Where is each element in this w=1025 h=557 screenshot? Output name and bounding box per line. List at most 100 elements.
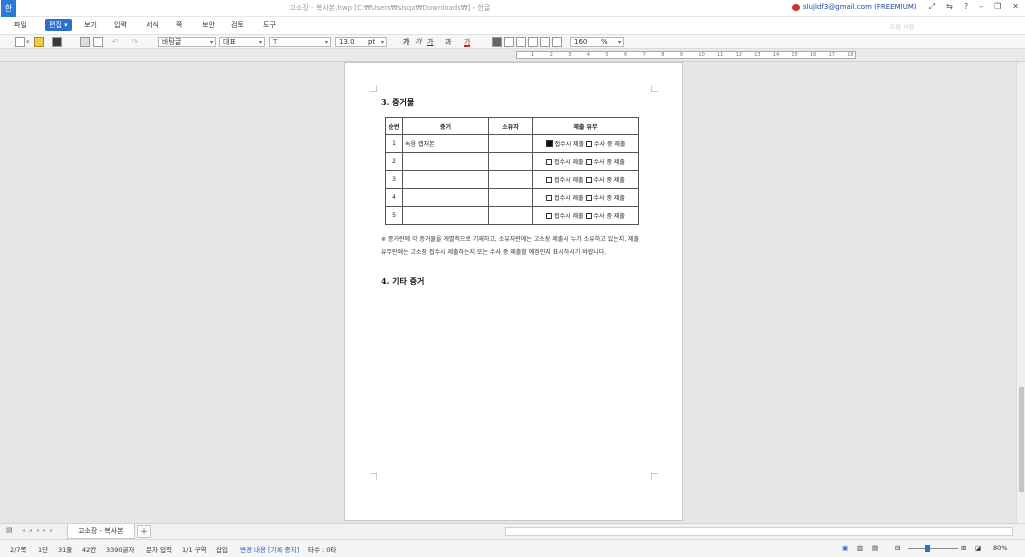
menu-security[interactable]: 보안 bbox=[202, 20, 215, 30]
bold-button[interactable]: 가 bbox=[403, 37, 409, 47]
option-label: 수사 중 제출 bbox=[593, 195, 625, 202]
preview-icon[interactable] bbox=[93, 37, 103, 47]
status-insert[interactable]: 삽입 bbox=[216, 544, 228, 554]
submit-at-filing-checkbox[interactable] bbox=[545, 140, 553, 147]
style-select[interactable]: 바탕글 bbox=[158, 37, 216, 47]
align-left-icon[interactable] bbox=[504, 37, 514, 47]
submit-at-filing-checkbox[interactable] bbox=[546, 195, 553, 201]
submit-during-investigation-checkbox[interactable] bbox=[585, 159, 592, 165]
zoom-field[interactable]: 160% bbox=[570, 37, 624, 47]
undo-icon[interactable]: ↶ bbox=[112, 37, 118, 47]
vertical-scrollbar[interactable] bbox=[1016, 62, 1025, 523]
view-page-icon[interactable]: ▤ bbox=[872, 544, 878, 552]
submit-at-filing-checkbox[interactable] bbox=[546, 213, 553, 219]
row-evidence[interactable] bbox=[402, 206, 489, 225]
print-icon[interactable] bbox=[80, 37, 90, 47]
row-evidence[interactable] bbox=[402, 170, 489, 189]
row-owner[interactable] bbox=[488, 206, 533, 225]
col-header-evidence: 증거 bbox=[402, 117, 489, 135]
restore-icon[interactable]: ❐ bbox=[994, 2, 1001, 12]
formatting-toolbar: ▾ ↶ ↷ 바탕글 대표 T 13.0 pt 가 가 가 과 가 160% bbox=[0, 34, 1025, 49]
row-evidence[interactable] bbox=[402, 188, 489, 207]
document-workspace[interactable]: 3. 증거물 순번 증거 소유자 제출 유무 1 녹음 캡처본 접수시 제출 수사 … bbox=[0, 62, 1016, 523]
zoom-in-icon[interactable]: ⊞ bbox=[961, 544, 966, 552]
document-page[interactable]: 3. 증거물 순번 증거 소유자 제출 유무 1 녹음 캡처본 접수시 제출 수사 … bbox=[344, 62, 683, 521]
pin-icon[interactable]: ⇆ bbox=[946, 2, 953, 12]
row-evidence[interactable] bbox=[402, 152, 489, 171]
submit-at-filing-checkbox[interactable] bbox=[546, 177, 553, 183]
italic-button[interactable]: 가 bbox=[415, 37, 421, 47]
redo-icon[interactable]: ↷ bbox=[132, 37, 138, 47]
row-owner[interactable] bbox=[488, 152, 533, 171]
align-right-icon[interactable] bbox=[528, 37, 538, 47]
window-title: 고소장 - 복사본.hwp [C:₩Users₩sisqx₩Downloads₩… bbox=[289, 4, 491, 12]
menu-format[interactable]: 서식 bbox=[146, 20, 159, 30]
row-evidence[interactable]: 녹음 캡처본 bbox=[402, 134, 489, 153]
zoom-slider-track[interactable] bbox=[908, 548, 958, 549]
zoom-fit-icon[interactable]: ⊟ bbox=[895, 544, 900, 552]
horizontal-ruler[interactable]: 1 2 3 4 5 6 7 8 9 10 11 12 13 14 15 16 17 18 bbox=[516, 51, 856, 59]
horizontal-scrollbar[interactable] bbox=[505, 527, 1013, 536]
font-name-select[interactable]: T bbox=[269, 37, 331, 47]
strike-button[interactable]: 과 bbox=[445, 37, 451, 47]
zoom-menu-icon[interactable]: ◪ bbox=[975, 544, 981, 552]
view-normal-icon[interactable]: ▣ bbox=[842, 544, 848, 552]
menu-file[interactable]: 파일 bbox=[14, 20, 27, 30]
status-page[interactable]: 2/7쪽 bbox=[10, 544, 26, 554]
submit-during-investigation-checkbox[interactable] bbox=[585, 195, 592, 201]
menu-review[interactable]: 검토 bbox=[231, 20, 244, 30]
align-distribute-icon[interactable] bbox=[540, 37, 550, 47]
table-header-row: 순번 증거 소유자 제출 유무 bbox=[385, 117, 639, 135]
menu-tools[interactable]: 도구 bbox=[263, 20, 276, 30]
font-size-value: 13.0 bbox=[339, 38, 355, 46]
zoom-slider-handle[interactable] bbox=[925, 545, 930, 552]
font-color-button[interactable]: 가 bbox=[464, 37, 471, 47]
open-folder-icon[interactable] bbox=[34, 37, 44, 47]
underline-button[interactable]: 가 bbox=[427, 37, 433, 47]
save-icon[interactable] bbox=[52, 37, 62, 47]
fullscreen-icon[interactable]: ⤢ bbox=[929, 2, 935, 12]
status-track-changes[interactable]: 변경 내용 [기록 중지] bbox=[240, 544, 299, 554]
account-area[interactable]: slujldf3@gmail.com (FREEMIUM) bbox=[792, 3, 917, 11]
table-row: 1 녹음 캡처본 접수시 제출 수사 중 제출 bbox=[385, 134, 639, 153]
option-label: 접수시 제출 bbox=[554, 141, 585, 148]
new-dropdown-icon[interactable]: ▾ bbox=[26, 37, 30, 47]
tab-list-icon[interactable]: ▤ bbox=[6, 526, 13, 534]
row-owner[interactable] bbox=[488, 188, 533, 207]
align-justify-icon[interactable] bbox=[492, 37, 502, 47]
row-submission: 접수시 제출 수사 중 제출 bbox=[532, 134, 639, 153]
menu-edit-label: 편집 bbox=[49, 21, 62, 29]
status-line: 31줄 bbox=[58, 546, 73, 554]
row-owner[interactable] bbox=[488, 134, 533, 153]
row-number: 1 bbox=[385, 134, 403, 153]
submit-at-filing-checkbox[interactable] bbox=[546, 159, 553, 165]
view-web-icon[interactable]: ▥ bbox=[857, 544, 863, 552]
align-split-icon[interactable] bbox=[552, 37, 562, 47]
submit-during-investigation-checkbox[interactable] bbox=[585, 213, 592, 219]
submit-during-investigation-checkbox[interactable] bbox=[585, 177, 592, 183]
title-bar: 한 고소장 - 복사본.hwp [C:₩Users₩sisqx₩Download… bbox=[0, 0, 1025, 17]
new-document-icon[interactable] bbox=[15, 37, 25, 47]
menu-view[interactable]: 보기 bbox=[84, 20, 97, 30]
ruler-tick: 4 bbox=[586, 52, 590, 58]
font-select[interactable]: 대표 bbox=[219, 37, 265, 47]
table-row: 2 접수시 제출 수사 중 제출 bbox=[385, 152, 639, 171]
font-size-field[interactable]: 13.0 pt bbox=[335, 37, 387, 47]
document-tab[interactable]: 고소장 - 복사본 bbox=[67, 524, 135, 539]
vertical-scroll-thumb[interactable] bbox=[1019, 387, 1024, 492]
row-owner[interactable] bbox=[488, 170, 533, 189]
tab-nav-arrows-icon[interactable]: ◂◂◂▸▸ bbox=[22, 527, 57, 534]
status-zoom-level[interactable]: 80% bbox=[993, 544, 1007, 552]
menu-edit[interactable]: 편집 ▾ bbox=[45, 19, 72, 31]
submit-during-investigation-checkbox[interactable] bbox=[586, 141, 592, 147]
minimize-icon[interactable]: – bbox=[979, 2, 983, 12]
col-header-owner: 소유자 bbox=[488, 117, 533, 135]
menu-page[interactable]: 쪽 bbox=[176, 20, 182, 30]
help-icon[interactable]: ? bbox=[964, 2, 968, 12]
row-submission: 접수시 제출 수사 중 제출 bbox=[532, 152, 639, 171]
add-tab-button[interactable]: + bbox=[137, 525, 151, 538]
align-center-icon[interactable] bbox=[516, 37, 526, 47]
margin-corner-icon bbox=[651, 85, 658, 92]
close-icon[interactable]: ✕ bbox=[1012, 2, 1019, 12]
menu-insert[interactable]: 입력 bbox=[114, 20, 127, 30]
